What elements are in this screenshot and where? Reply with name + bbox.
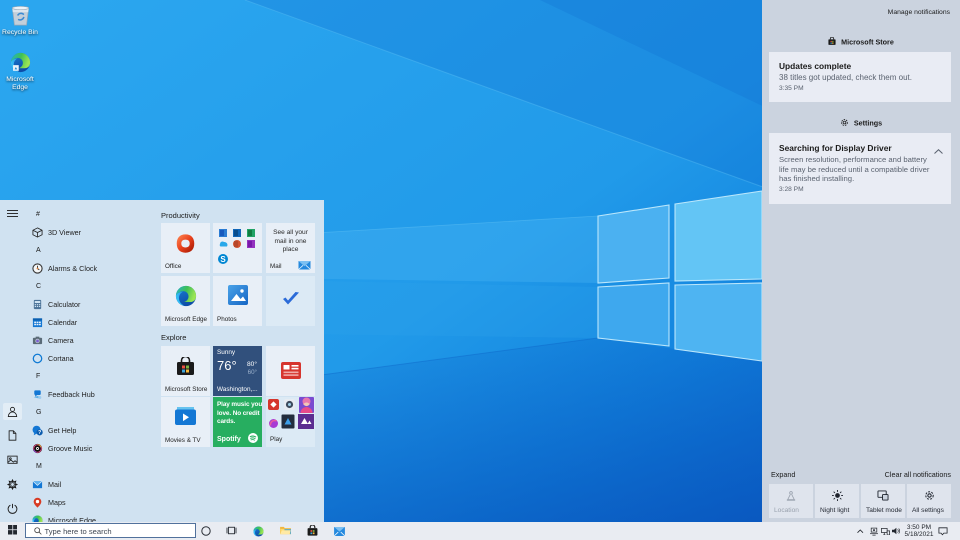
svg-text:?: ? [38, 430, 41, 436]
svg-text:S: S [220, 255, 226, 264]
